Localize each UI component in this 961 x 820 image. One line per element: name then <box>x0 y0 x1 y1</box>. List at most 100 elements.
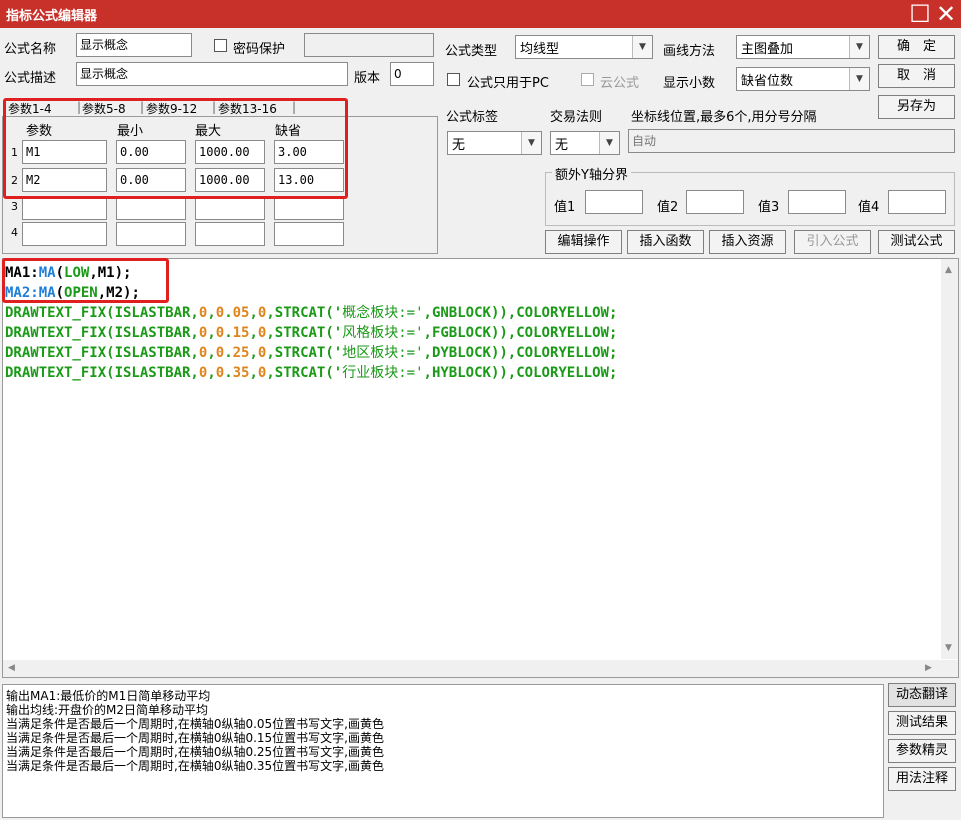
test-formula-button[interactable]: 测试公式 <box>878 230 955 254</box>
formula-tag-select[interactable]: 无 ▼ <box>447 131 542 155</box>
formula-type-label: 公式类型 <box>445 44 498 59</box>
trade-rule-label: 交易法则 <box>550 110 603 125</box>
formula-desc-label: 公式描述 <box>4 71 57 86</box>
editor-vertical-scrollbar[interactable]: ▲ ▼ <box>941 259 958 659</box>
version-label: 版本 <box>354 71 381 86</box>
edit-operation-button[interactable]: 编辑操作 <box>545 230 622 254</box>
param-max-cell[interactable] <box>195 196 265 220</box>
param-row-number: 1 <box>11 146 18 159</box>
tab-params-1-4[interactable]: 参数1-4 <box>8 100 52 117</box>
param-min-cell[interactable] <box>116 196 186 220</box>
output-line: 当满足条件是否最后一个周期时,在横轴0纵轴0.25位置书写文字,画黄色 <box>6 745 384 759</box>
param-min-cell[interactable]: 0.00 <box>116 140 186 164</box>
param-max-cell[interactable]: 1000.00 <box>195 168 265 192</box>
chevron-down-icon[interactable]: ▼ <box>521 132 541 154</box>
param-name-cell[interactable]: M2 <box>22 168 107 192</box>
param-min-cell[interactable]: 0.00 <box>116 168 186 192</box>
import-formula-button[interactable]: 引入公式 <box>794 230 871 254</box>
param-min-cell[interactable] <box>116 222 186 246</box>
scroll-down-icon[interactable]: ▼ <box>945 643 952 653</box>
param-name-cell[interactable]: M1 <box>22 140 107 164</box>
param-default-cell[interactable] <box>274 196 344 220</box>
param-name-cell[interactable] <box>22 196 107 220</box>
decimal-select[interactable]: 缺省位数 ▼ <box>736 67 870 91</box>
cancel-button[interactable]: 取 消 <box>878 64 955 88</box>
code-line: DRAWTEXT_FIX(ISLASTBAR,0,0.05,0,STRCAT('… <box>5 305 618 321</box>
code-line: DRAWTEXT_FIX(ISLASTBAR,0,0.25,0,STRCAT('… <box>5 345 618 361</box>
y-value-1-input[interactable] <box>585 190 643 214</box>
maximize-icon[interactable]: ☐ <box>908 1 932 27</box>
param-default-cell[interactable] <box>274 222 344 246</box>
insert-function-button[interactable]: 插入函数 <box>627 230 704 254</box>
output-line: 输出MA1:最低价的M1日简单移动平均 <box>6 689 211 703</box>
formula-type-select[interactable]: 均线型 ▼ <box>515 35 653 59</box>
password-checkbox[interactable] <box>214 39 227 52</box>
code-line: DRAWTEXT_FIX(ISLASTBAR,0,0.15,0,STRCAT('… <box>5 325 618 341</box>
param-header-name: 参数 <box>26 124 53 139</box>
close-icon[interactable]: ✕ <box>934 1 958 27</box>
pc-only-checkbox[interactable] <box>447 73 460 86</box>
scroll-right-icon[interactable]: ▶ <box>925 663 932 673</box>
password-input[interactable] <box>304 33 434 57</box>
code-line: DRAWTEXT_FIX(ISLASTBAR,0,0.35,0,STRCAT('… <box>5 365 618 381</box>
version-input[interactable]: 0 <box>390 62 434 86</box>
test-result-button[interactable]: 测试结果 <box>888 711 956 735</box>
title-bar: 指标公式编辑器 ☐ ✕ <box>0 0 961 28</box>
tab-divider: | <box>292 100 297 114</box>
draw-method-value: 主图叠加 <box>741 42 794 57</box>
y-value-4-input[interactable] <box>888 190 946 214</box>
cloud-formula-checkbox[interactable] <box>581 73 594 86</box>
formula-desc-input[interactable]: 显示概念 <box>76 62 348 86</box>
ok-button[interactable]: 确 定 <box>878 35 955 59</box>
param-row-number: 2 <box>11 174 18 187</box>
axis-position-input[interactable]: 自动 <box>628 129 955 153</box>
axis-position-label: 坐标线位置,最多6个,用分号分隔 <box>631 110 817 125</box>
insert-resource-button[interactable]: 插入资源 <box>709 230 786 254</box>
save-as-button[interactable]: 另存为 <box>878 95 955 119</box>
chevron-down-icon[interactable]: ▼ <box>849 68 869 90</box>
formula-name-input[interactable]: 显示概念 <box>76 33 192 57</box>
decimal-label: 显示小数 <box>663 76 716 91</box>
draw-method-select[interactable]: 主图叠加 ▼ <box>736 35 870 59</box>
chevron-down-icon[interactable]: ▼ <box>849 36 869 58</box>
formula-tag-label: 公式标签 <box>446 110 499 125</box>
usage-notes-button[interactable]: 用法注释 <box>888 767 956 791</box>
param-header-min: 最小 <box>117 124 144 139</box>
chevron-down-icon[interactable]: ▼ <box>632 36 652 58</box>
param-wizard-button[interactable]: 参数精灵 <box>888 739 956 763</box>
dynamic-translate-button[interactable]: 动态翻译 <box>888 683 956 707</box>
param-max-cell[interactable]: 1000.00 <box>195 140 265 164</box>
code-editor[interactable]: MA1:MA(LOW,M1); MA2:MA(OPEN,M2); DRAWTEX… <box>2 258 959 678</box>
code-content[interactable]: MA1:MA(LOW,M1); MA2:MA(OPEN,M2); DRAWTEX… <box>5 263 617 383</box>
tab-params-13-16[interactable]: 参数13-16 <box>218 100 277 117</box>
extra-axis-label: 额外Y轴分界 <box>552 164 631 183</box>
pc-only-label: 公式只用于PC <box>467 76 549 91</box>
y-value-4-label: 值4 <box>858 200 880 215</box>
code-line: MA2:MA(OPEN,M2); <box>5 285 140 301</box>
param-default-cell[interactable]: 13.00 <box>274 168 344 192</box>
y-value-3-input[interactable] <box>788 190 846 214</box>
decimal-value: 缺省位数 <box>741 74 794 89</box>
param-max-cell[interactable] <box>195 222 265 246</box>
chevron-down-icon[interactable]: ▼ <box>599 132 619 154</box>
param-header-default: 缺省 <box>275 124 302 139</box>
param-name-cell[interactable] <box>22 222 107 246</box>
editor-horizontal-scrollbar[interactable]: ◀ ▶ <box>3 660 958 677</box>
tab-params-9-12[interactable]: 参数9-12 <box>146 100 197 117</box>
scroll-up-icon[interactable]: ▲ <box>945 265 952 275</box>
tab-params-5-8[interactable]: 参数5-8 <box>82 100 126 117</box>
cloud-formula-label: 云公式 <box>600 76 640 91</box>
output-line: 当满足条件是否最后一个周期时,在横轴0纵轴0.05位置书写文字,画黄色 <box>6 717 384 731</box>
output-line: 当满足条件是否最后一个周期时,在横轴0纵轴0.35位置书写文字,画黄色 <box>6 759 384 773</box>
translation-output: 输出MA1:最低价的M1日简单移动平均 输出均线:开盘价的M2日简单移动平均 当… <box>2 684 884 818</box>
trade-rule-select[interactable]: 无 ▼ <box>550 131 620 155</box>
param-header-max: 最大 <box>195 124 222 139</box>
output-line: 输出均线:开盘价的M2日简单移动平均 <box>6 703 209 717</box>
formula-type-value: 均线型 <box>520 42 560 57</box>
formula-name-label: 公式名称 <box>4 42 57 57</box>
scroll-left-icon[interactable]: ◀ <box>8 663 15 673</box>
y-value-2-input[interactable] <box>686 190 744 214</box>
param-row-number: 4 <box>11 226 18 239</box>
param-default-cell[interactable]: 3.00 <box>274 140 344 164</box>
y-value-3-label: 值3 <box>758 200 780 215</box>
